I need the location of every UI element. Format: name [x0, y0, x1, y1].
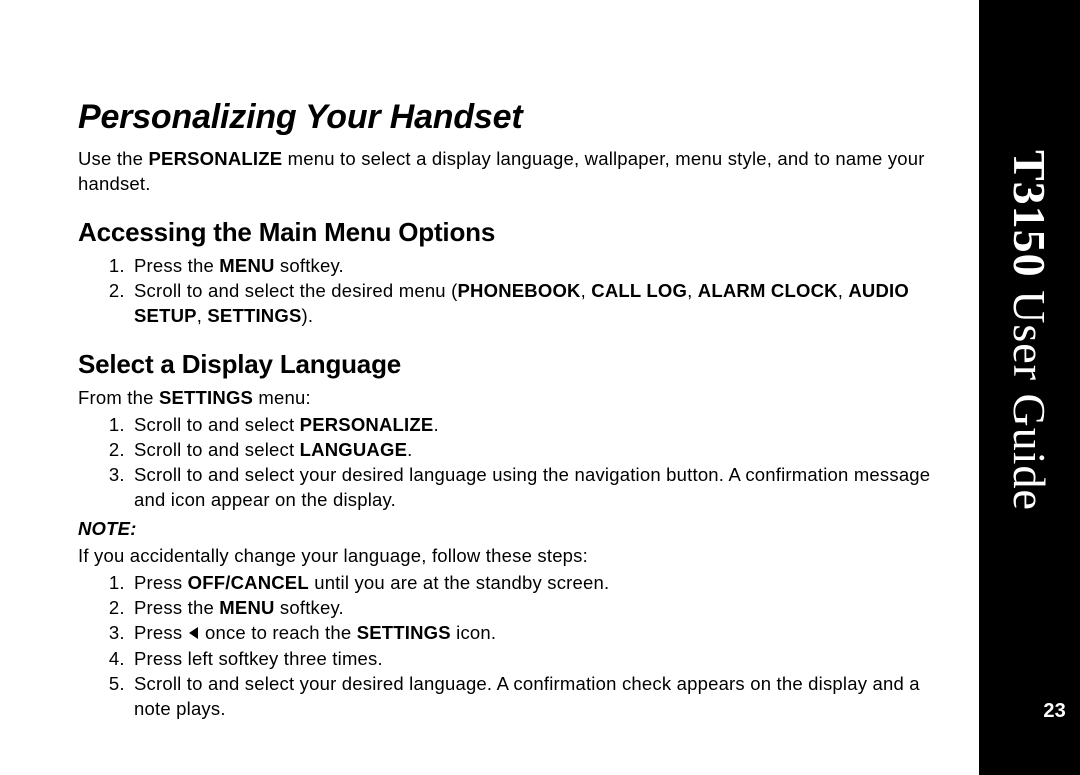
note-intro: If you accidentally change your language…: [78, 544, 951, 569]
guide-title: T3150 User Guide: [1003, 150, 1056, 511]
list-item: Scroll to and select PERSONALIZE.: [130, 413, 951, 438]
page-title: Personalizing Your Handset: [78, 95, 951, 141]
side-tab: T3150 User Guide 23: [979, 0, 1080, 775]
list-item: Scroll to and select your desired langua…: [130, 463, 951, 513]
list-item: Press once to reach the SETTINGS icon.: [130, 621, 951, 647]
intro-paragraph: Use the PERSONALIZE menu to select a dis…: [78, 147, 951, 197]
note-steps: Press OFF/CANCEL until you are at the st…: [78, 571, 951, 722]
section-select-display-language: Select a Display Language: [78, 347, 951, 382]
language-steps: Scroll to and select PERSONALIZE. Scroll…: [78, 413, 951, 513]
note-label: NOTE:: [78, 517, 951, 542]
list-item: Scroll to and select LANGUAGE.: [130, 438, 951, 463]
list-item: Press OFF/CANCEL until you are at the st…: [130, 571, 951, 596]
list-item: Press the MENU softkey.: [130, 254, 951, 279]
accessing-steps: Press the MENU softkey. Scroll to and se…: [78, 254, 951, 329]
list-item: Scroll to and select your desired langua…: [130, 672, 951, 722]
page-number: 23: [1043, 700, 1066, 723]
section-accessing-main-menu: Accessing the Main Menu Options: [78, 215, 951, 250]
list-item: Press left softkey three times.: [130, 647, 951, 672]
page-content: Personalizing Your Handset Use the PERSO…: [0, 0, 979, 775]
list-item: Scroll to and select the desired menu (P…: [130, 279, 951, 329]
left-arrow-icon: [188, 622, 200, 647]
from-settings-line: From the SETTINGS menu:: [78, 386, 951, 411]
list-item: Press the MENU softkey.: [130, 596, 951, 621]
